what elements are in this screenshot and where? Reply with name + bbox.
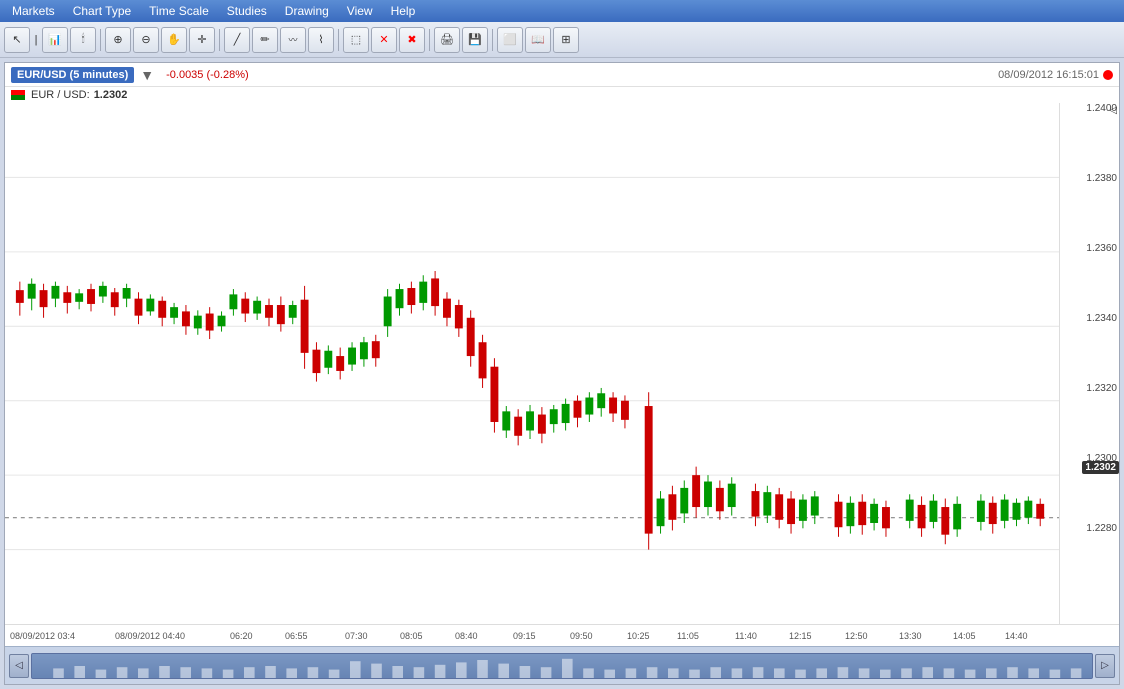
live-indicator bbox=[1103, 70, 1113, 80]
print-btn[interactable]: 🖨 bbox=[434, 27, 460, 53]
menu-studies[interactable]: Studies bbox=[219, 3, 275, 19]
price-label-2: 1.2380 bbox=[1086, 173, 1117, 184]
scrollbar-track[interactable] bbox=[31, 653, 1093, 679]
price-label-3: 1.2360 bbox=[1086, 243, 1117, 254]
sep1 bbox=[100, 29, 101, 51]
save-btn[interactable]: 💾 bbox=[462, 27, 488, 53]
clear-btn[interactable]: ⬚ bbox=[343, 27, 369, 53]
sep3 bbox=[338, 29, 339, 51]
draw3-btn[interactable]: ⌇ bbox=[308, 27, 334, 53]
draw2-btn[interactable]: 〰 bbox=[280, 27, 306, 53]
scrollbar-area: ◁ bbox=[5, 646, 1119, 684]
sep5 bbox=[492, 29, 493, 51]
currency-flag bbox=[11, 90, 25, 100]
price-label-row: EUR / USD: 1.2302 bbox=[5, 87, 1119, 103]
time-label-13: 12:50 bbox=[845, 631, 868, 641]
price-label-5: 1.2320 bbox=[1086, 383, 1117, 394]
time-label-4: 07:30 bbox=[345, 631, 368, 641]
menu-help[interactable]: Help bbox=[383, 3, 424, 19]
time-label-10: 11:05 bbox=[677, 631, 699, 641]
time-label-7: 09:15 bbox=[513, 631, 536, 641]
draw-tool-btn[interactable]: ✏ bbox=[252, 27, 278, 53]
time-label-12: 12:15 bbox=[789, 631, 812, 641]
time-label-8: 09:50 bbox=[570, 631, 593, 641]
frame-btn[interactable]: ⬜ bbox=[497, 27, 523, 53]
price-label-7: 1.2280 bbox=[1086, 523, 1117, 534]
chart-symbol-badge[interactable]: EUR/USD (5 minutes) bbox=[11, 67, 134, 83]
time-label-5: 08:05 bbox=[400, 631, 423, 641]
arrow-tool-btn[interactable]: ↖ bbox=[4, 27, 30, 53]
volume-mini-chart bbox=[32, 654, 1092, 678]
dropdown-arrow[interactable]: ▼ bbox=[140, 67, 154, 83]
time-label-0: 08/09/2012 03:4 bbox=[10, 631, 75, 641]
menu-view[interactable]: View bbox=[339, 3, 381, 19]
candlestick-area[interactable] bbox=[5, 103, 1059, 624]
scroll-left-btn[interactable]: ◁ bbox=[9, 654, 29, 678]
menu-chart-type[interactable]: Chart Type bbox=[65, 3, 139, 19]
zoom-out-btn[interactable]: ⊖ bbox=[133, 27, 159, 53]
chart-header: EUR/USD (5 minutes) ▼ -0.0035 (-0.28%) 0… bbox=[5, 63, 1119, 87]
time-label-2: 06:20 bbox=[230, 631, 253, 641]
delete2-btn[interactable]: ✖ bbox=[399, 27, 425, 53]
separator-btn[interactable]: | bbox=[32, 27, 40, 53]
chart-datetime: 08/09/2012 16:15:01 bbox=[998, 69, 1099, 81]
toolbar: ↖ | 📊 🕯 ⊕ ⊖ ✋ ✛ ╱ ✏ 〰 ⌇ ⬚ ✕ ✖ 🖨 💾 ⬜ 📖 ⊞ bbox=[0, 22, 1124, 58]
sep2 bbox=[219, 29, 220, 51]
sep4 bbox=[429, 29, 430, 51]
collapse-axis-btn[interactable]: ◁ bbox=[1109, 105, 1117, 116]
layout-btn[interactable]: ⊞ bbox=[553, 27, 579, 53]
delete-btn[interactable]: ✕ bbox=[371, 27, 397, 53]
time-label-15: 14:05 bbox=[953, 631, 976, 641]
chart-area[interactable]: 1.2400 1.2380 1.2360 1.2340 1.2320 1.230… bbox=[5, 103, 1119, 624]
price-axis: 1.2400 1.2380 1.2360 1.2340 1.2320 1.230… bbox=[1059, 103, 1119, 624]
chart-container: EUR/USD (5 minutes) ▼ -0.0035 (-0.28%) 0… bbox=[4, 62, 1120, 685]
book-btn[interactable]: 📖 bbox=[525, 27, 551, 53]
line-draw-btn[interactable]: ╱ bbox=[224, 27, 250, 53]
price-pair-label: EUR / USD: bbox=[31, 89, 90, 101]
chart-change: -0.0035 (-0.28%) bbox=[166, 69, 249, 81]
menu-drawing[interactable]: Drawing bbox=[277, 3, 337, 19]
candle-btn[interactable]: 🕯 bbox=[70, 27, 96, 53]
zoom-in-btn[interactable]: ⊕ bbox=[105, 27, 131, 53]
crosshair-btn[interactable]: ✛ bbox=[189, 27, 215, 53]
time-axis: 08/09/2012 03:4 08/09/2012 04:40 06:20 0… bbox=[5, 624, 1119, 646]
menu-markets[interactable]: Markets bbox=[4, 3, 63, 19]
menu-bar: Markets Chart Type Time Scale Studies Dr… bbox=[0, 0, 1124, 22]
candlestick-chart[interactable] bbox=[5, 103, 1059, 624]
time-label-11: 11:40 bbox=[735, 631, 757, 641]
time-label-16: 14:40 bbox=[1005, 631, 1028, 641]
time-label-6: 08:40 bbox=[455, 631, 478, 641]
menu-time-scale[interactable]: Time Scale bbox=[141, 3, 217, 19]
time-label-3: 06:55 bbox=[285, 631, 308, 641]
current-price-badge: 1.2302 bbox=[1082, 461, 1119, 474]
time-label-1: 08/09/2012 04:40 bbox=[115, 631, 185, 641]
pan-btn[interactable]: ✋ bbox=[161, 27, 187, 53]
scroll-right-btn[interactable]: ▷ bbox=[1095, 654, 1115, 678]
bar-chart-btn[interactable]: 📊 bbox=[42, 27, 68, 53]
time-label-9: 10:25 bbox=[627, 631, 650, 641]
time-label-14: 13:30 bbox=[899, 631, 922, 641]
current-price-value: 1.2302 bbox=[94, 89, 128, 101]
price-label-4: 1.2340 bbox=[1086, 313, 1117, 324]
